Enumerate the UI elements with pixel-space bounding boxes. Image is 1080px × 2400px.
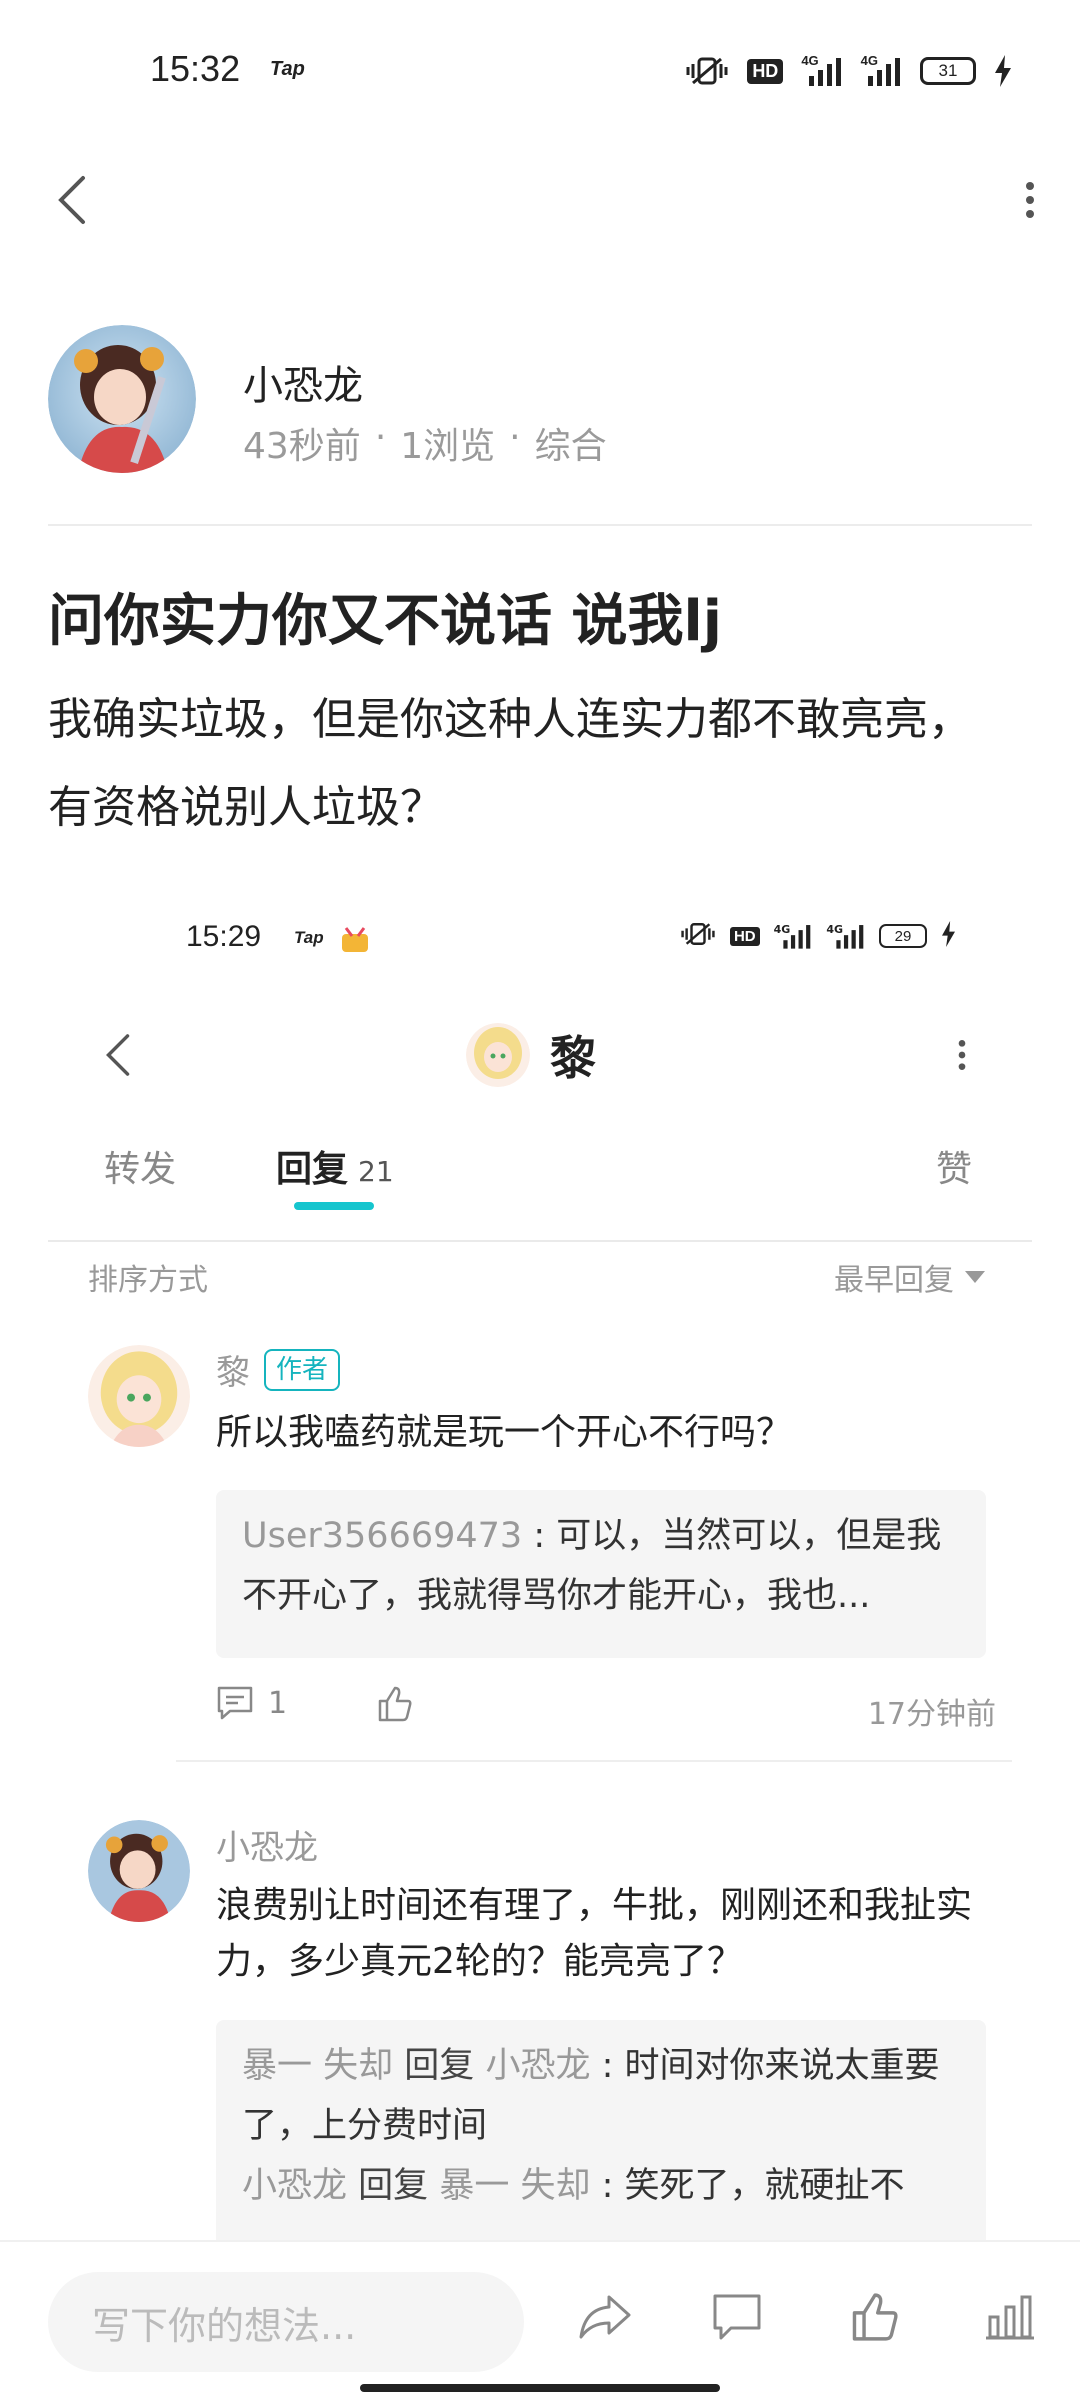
post-body: 我确实垃圾，但是你这种人连实力都不敢亮亮，有资格说别人垃圾？ [48, 694, 972, 833]
home-indicator[interactable] [360, 2384, 720, 2392]
sort-label: 排序方式 [88, 1263, 208, 1298]
status-time: 15:32 [150, 48, 241, 89]
reply-to: 小恐龙 [485, 2046, 591, 2086]
embedded-title-text: 黎 [550, 1031, 596, 1085]
quote-user: User356669473 [242, 1516, 523, 1556]
post-category[interactable]: 综合 [535, 417, 607, 469]
embedded-tabs: 转发 回复 21 赞 [48, 1140, 1032, 1220]
tab-reply-count: 21 [358, 1155, 394, 1188]
embedded-back-icon [88, 1025, 148, 1085]
like-icon [376, 1685, 414, 1723]
reply-text: : 笑死了，就硬扯不 [590, 2166, 905, 2206]
post-meta: 43秒前 · 1浏览 · 综合 [243, 417, 607, 469]
reply-from: 暴一 失却 [242, 2046, 394, 2086]
author-badge: 作者 [264, 1348, 341, 1391]
author-name[interactable]: 小恐龙 [243, 353, 363, 411]
reply-verb: 回复 [358, 2166, 429, 2206]
comment-author-name: 黎 [216, 1353, 250, 1393]
hd-voice-icon: HD [747, 58, 784, 84]
battery-icon: 29 [879, 924, 927, 948]
comment-time: 17分钟前 [867, 1697, 996, 1732]
reply-line: 暴一 失却 回复 小恐龙 : 时间对你来说太重要了，上分费时间 [242, 2036, 960, 2156]
status-bar: 15:32 Tap HD 4G 4G 31 [0, 0, 1080, 140]
tap-notification-icon: Tap [270, 58, 305, 80]
author-avatar[interactable] [48, 325, 196, 473]
post-title: 问你实力你又不说话 说我lj [48, 589, 722, 654]
embedded-status-bar: 15:29 Tap HD 4G 4G 29 [48, 890, 1032, 980]
comment-item: 黎 作者 所以我嗑药就是玩一个开心不行吗？ User356669473 : 可以… [88, 1345, 1008, 1765]
comment-actions: 1 17分钟前 [216, 1685, 996, 1735]
meta-separator: · [374, 417, 387, 458]
divider [48, 524, 1032, 526]
comment-avatar [88, 1820, 190, 1922]
sort-option: 最早回复 [834, 1263, 954, 1298]
tab-reply: 回复 21 [276, 1140, 394, 1192]
reply-count-value: 1 [268, 1685, 288, 1721]
tap-notification-icon: Tap [294, 928, 324, 947]
reply-count: 1 [216, 1685, 287, 1721]
reply-from: 小恐龙 [242, 2166, 348, 2206]
sort-dropdown: 最早回复 [834, 1255, 986, 1299]
signal-icon-1: 4G [774, 923, 813, 949]
bottom-bar: 写下你的想法... [0, 2240, 1080, 2400]
embedded-nav: 黎 [48, 1010, 1032, 1100]
vibrate-icon [680, 921, 716, 951]
share-icon[interactable] [570, 2282, 640, 2352]
back-button[interactable] [42, 170, 102, 230]
tab-reply-label: 回复 [276, 1149, 349, 1190]
comment-icon [217, 1686, 253, 1720]
like-icon[interactable] [840, 2282, 910, 2352]
quoted-replies: 暴一 失却 回复 小恐龙 : 时间对你来说太重要了，上分费时间 小恐龙 回复 暴… [216, 2020, 986, 2240]
comment-author: 小恐龙 [216, 1820, 318, 1869]
more-options-button[interactable] [1000, 170, 1060, 230]
back-arrow-icon [58, 176, 85, 224]
signal-icon-2: 4G [861, 53, 902, 89]
reply-verb: 回复 [404, 2046, 475, 2086]
embedded-title-avatar [466, 1023, 530, 1087]
comment-icon[interactable] [702, 2282, 772, 2352]
tab-forward: 转发 [104, 1149, 177, 1190]
hd-voice-icon: HD [729, 926, 760, 946]
comment-avatar [88, 1345, 190, 1447]
stats-icon[interactable] [975, 2282, 1045, 2352]
comment-text: 浪费别让时间还有理了，牛批，刚刚还和我扯实力，多少真元2轮的？能亮亮了？ [216, 1885, 973, 1982]
post-views: 1浏览 [400, 426, 496, 467]
charging-icon [941, 921, 956, 951]
vibrate-icon [685, 53, 729, 89]
battery-icon: 31 [920, 57, 976, 85]
quoted-reply: User356669473 : 可以，当然可以，但是我不开心了，我就得骂你才能开… [216, 1490, 986, 1658]
charging-icon [994, 53, 1012, 89]
meta-separator: · [509, 417, 521, 458]
post-image[interactable]: 15:29 Tap HD 4G 4G 29 黎 转发 回复 21 赞 排序方式 … [48, 890, 1032, 2240]
signal-icon-2: 4G [826, 923, 865, 949]
more-vertical-icon [1026, 182, 1034, 218]
active-tab-indicator [294, 1202, 374, 1210]
divider [48, 1240, 1032, 1242]
post-author: 小恐龙 43秒前 · 1浏览 · 综合 [48, 325, 1032, 475]
embedded-more-icon [932, 1025, 992, 1085]
comment-text: 所以我嗑药就是玩一个开心不行吗？ [216, 1412, 793, 1453]
reply-line: 小恐龙 回复 暴一 失却 : 笑死了，就硬扯不 [242, 2156, 960, 2216]
divider [176, 1760, 1012, 1762]
embedded-title: 黎 [466, 1022, 596, 1088]
embedded-status-time: 15:29 [186, 920, 262, 953]
comment-author: 黎 作者 [216, 1345, 341, 1394]
tab-like: 赞 [936, 1149, 973, 1190]
comment-input[interactable]: 写下你的想法... [48, 2272, 524, 2372]
app-notification-icon [340, 924, 370, 958]
comment-author-name: 小恐龙 [216, 1828, 318, 1868]
caret-down-icon [965, 1271, 985, 1283]
signal-icon-1: 4G [801, 53, 842, 89]
comment-item: 小恐龙 浪费别让时间还有理了，牛批，刚刚还和我扯实力，多少真元2轮的？能亮亮了？… [88, 1820, 1008, 2240]
post-time: 43秒前 [243, 426, 361, 467]
top-nav [0, 160, 1080, 240]
reply-to: 暴一 失却 [439, 2166, 591, 2206]
